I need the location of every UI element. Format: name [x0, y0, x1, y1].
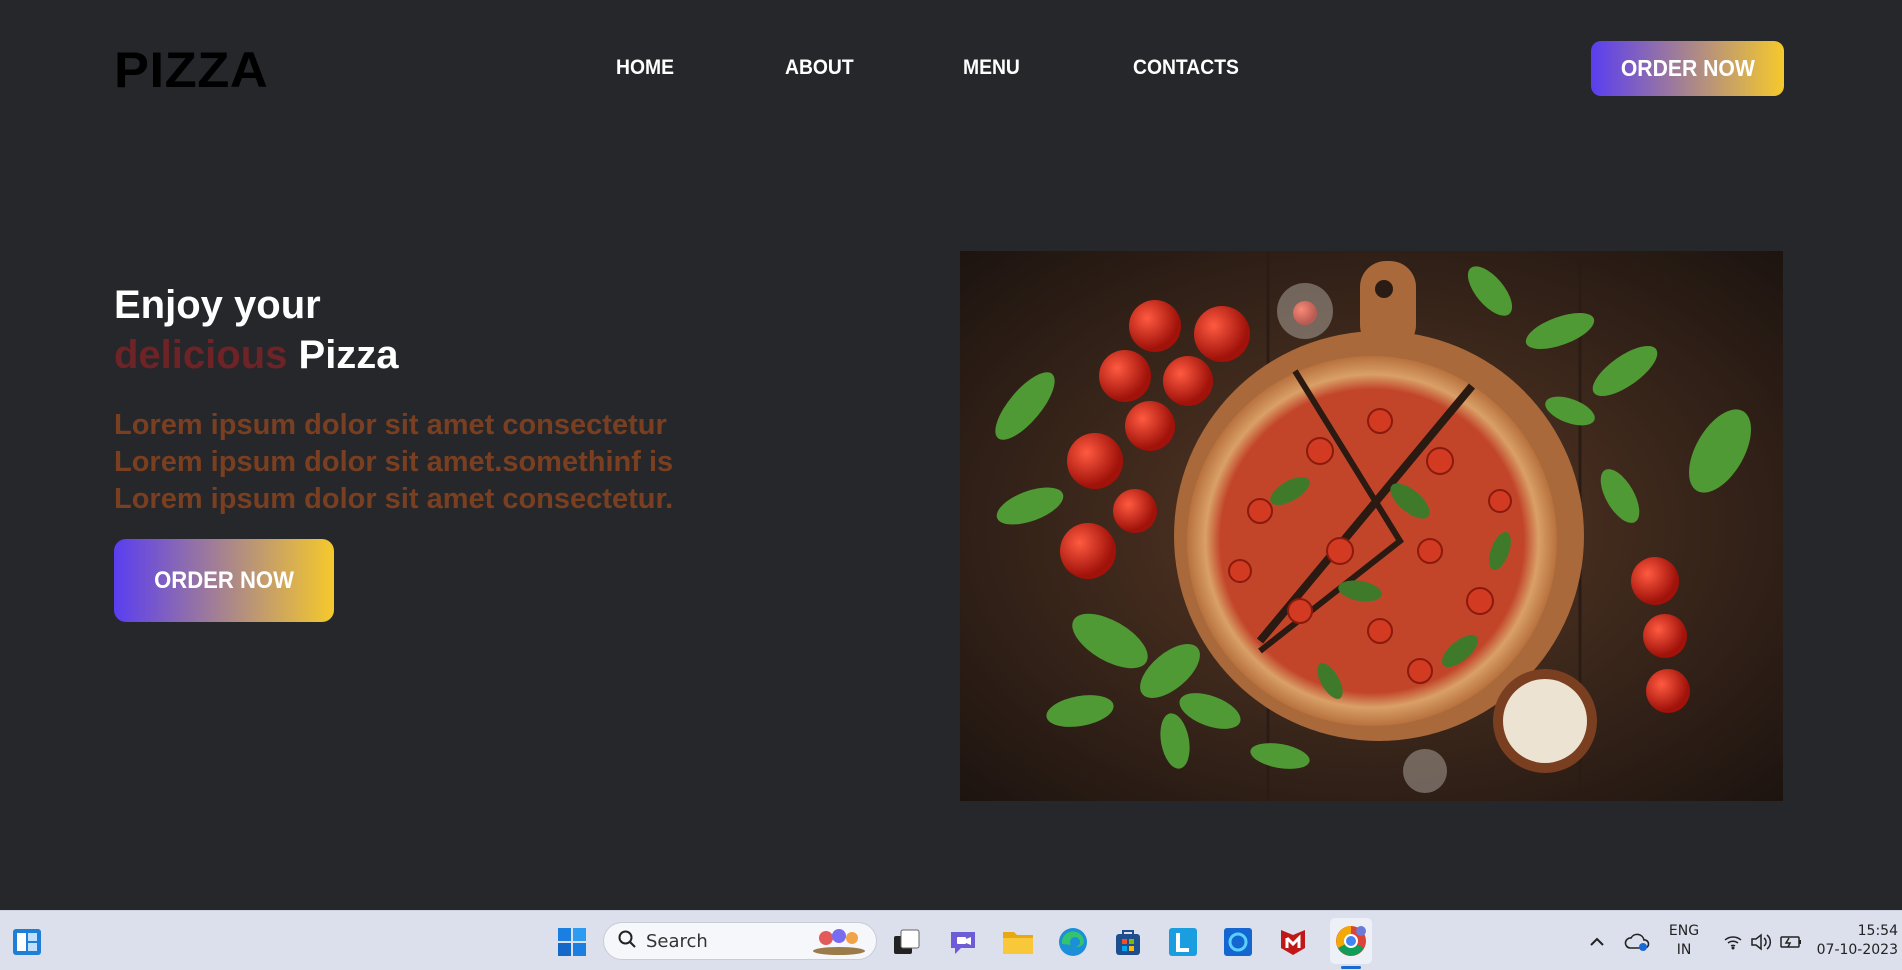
- nav-home[interactable]: HOME: [616, 56, 674, 80]
- header-order-now-label: ORDER NOW: [1620, 55, 1755, 81]
- chevron-up-icon[interactable]: [1580, 925, 1614, 959]
- widgets-icon[interactable]: [10, 925, 44, 959]
- hero-heading-rest: Pizza: [298, 333, 399, 377]
- pizza-illustration: [960, 251, 1783, 801]
- language-line1: ENG: [1668, 923, 1700, 939]
- battery-icon[interactable]: [1774, 925, 1808, 959]
- hero-paragraph: Lorem ipsum dolor sit amet consectetur L…: [114, 409, 674, 515]
- chrome-icon[interactable]: [1330, 918, 1372, 964]
- task-view-icon[interactable]: [890, 925, 924, 959]
- site-logo[interactable]: PIZZA: [114, 42, 268, 98]
- nav-menu[interactable]: MENU: [963, 56, 1020, 80]
- language-indicator[interactable]: ENG IN: [1666, 922, 1702, 960]
- volume-icon[interactable]: [1744, 925, 1778, 959]
- file-explorer-icon[interactable]: [1001, 925, 1035, 959]
- search-highlight-icon: [812, 929, 866, 960]
- store-icon[interactable]: [1111, 925, 1145, 959]
- header-order-now-button[interactable]: ORDER NOW: [1591, 41, 1784, 96]
- active-app-indicator: [1341, 966, 1361, 969]
- taskbar-search[interactable]: Search: [603, 922, 877, 960]
- hero-order-now-button[interactable]: ORDER NOW: [114, 539, 334, 622]
- hero-heading: Enjoy your delicious Pizza: [114, 280, 399, 380]
- hero-heading-highlight: delicious: [114, 333, 288, 377]
- windows-taskbar: Search ENG IN 15:54 07-10-2023: [0, 910, 1902, 970]
- chat-icon[interactable]: [946, 925, 980, 959]
- search-icon: [618, 930, 636, 953]
- hero-heading-line1: Enjoy your: [114, 283, 321, 327]
- edge-icon[interactable]: [1056, 925, 1090, 959]
- clock-date: 07-10-2023: [1816, 942, 1898, 958]
- onedrive-icon[interactable]: [1620, 925, 1654, 959]
- search-placeholder: Search: [646, 930, 708, 952]
- cortana-icon[interactable]: [1221, 925, 1255, 959]
- windows-start-icon[interactable]: [555, 925, 589, 959]
- nav-contacts[interactable]: CONTACTS: [1133, 56, 1239, 80]
- clock-time: 15:54: [1857, 923, 1898, 939]
- clock[interactable]: 15:54 07-10-2023: [1812, 922, 1898, 960]
- l-app-icon[interactable]: [1166, 925, 1200, 959]
- language-line2: IN: [1676, 942, 1692, 958]
- mcafee-icon[interactable]: [1276, 925, 1310, 959]
- pizza-hero-image: [960, 251, 1783, 801]
- hero-order-now-label: ORDER NOW: [154, 566, 294, 594]
- nav-about[interactable]: ABOUT: [785, 56, 854, 80]
